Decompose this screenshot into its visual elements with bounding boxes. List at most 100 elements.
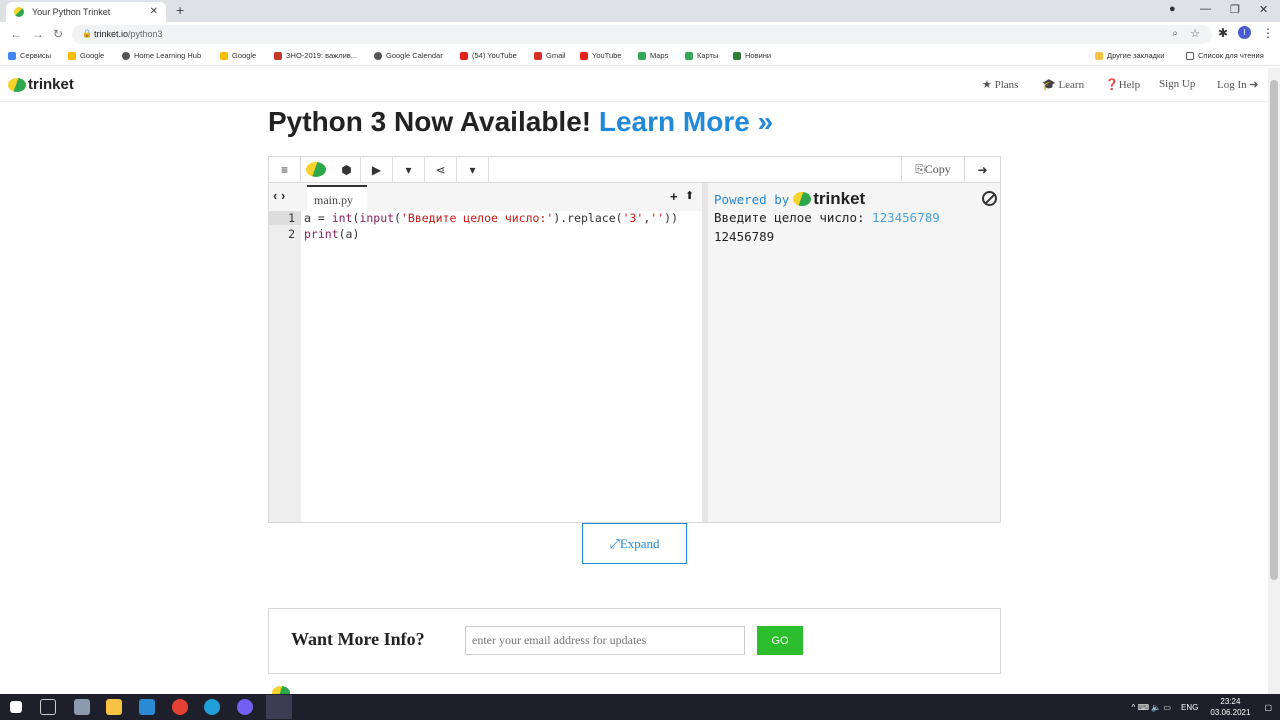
expand-icon: ⤢ xyxy=(609,535,620,551)
start-icon[interactable] xyxy=(10,701,22,713)
site-header: trinket ★ Plans 🎓 Learn ❓Help Sign Up Lo… xyxy=(0,68,1268,102)
code-pane[interactable]: ‹ › main.py + ⬆ 1 2 a = int(input('Введи… xyxy=(269,183,702,522)
menu-dots-icon[interactable]: ⋮ xyxy=(1262,26,1274,40)
edge-icon[interactable] xyxy=(204,699,220,715)
copy-button[interactable]: ⎘ Copy xyxy=(901,157,965,182)
language-indicator[interactable]: ENG xyxy=(1181,703,1198,712)
bookmark-item[interactable]: YouTube xyxy=(580,51,621,60)
bookmark-item[interactable]: Maps xyxy=(638,51,668,60)
bookmark-item[interactable]: Сервисы xyxy=(8,51,51,60)
bookmark-item[interactable]: (54) YouTube xyxy=(460,51,517,60)
bookmark-star-icon[interactable]: ☆ xyxy=(1190,27,1200,40)
file-tab-main[interactable]: main.py xyxy=(307,185,367,211)
news-icon xyxy=(733,51,741,60)
run-options-button[interactable]: ▾ xyxy=(393,157,425,182)
minimize-icon[interactable]: — xyxy=(1200,3,1211,15)
chrome-icon[interactable] xyxy=(172,699,188,715)
email-field[interactable] xyxy=(465,626,745,655)
youtube-icon xyxy=(460,51,468,60)
info-title: Want More Info? xyxy=(291,629,425,649)
stop-icon[interactable] xyxy=(982,191,997,206)
info-signup-box: Want More Info? GO xyxy=(268,608,1001,674)
page-headline: Python 3 Now Available! Learn More » xyxy=(268,106,774,137)
nav-plans[interactable]: ★ Plans xyxy=(982,78,1018,91)
login-icon[interactable]: ➜ xyxy=(965,157,1000,182)
forward-icon[interactable]: → xyxy=(32,27,44,41)
output-pane[interactable]: Powered by trinket Введите целое число: 1… xyxy=(708,183,1000,522)
maps-icon xyxy=(685,51,693,60)
gmail-icon xyxy=(534,51,542,60)
reload-icon[interactable]: ↻ xyxy=(53,27,63,41)
maximize-icon[interactable]: ❐ xyxy=(1230,3,1240,16)
profile-menu-icon[interactable]: ● xyxy=(1169,3,1176,15)
new-tab-icon[interactable]: + xyxy=(176,2,184,18)
mail-icon[interactable] xyxy=(139,699,155,715)
upload-icon[interactable]: ⬆ xyxy=(685,189,694,202)
back-icon[interactable]: ← xyxy=(10,27,22,41)
share-button[interactable]: ⋖ xyxy=(425,157,457,182)
trinket-logo-icon xyxy=(793,192,812,206)
apps-icon xyxy=(8,51,16,60)
close-window-icon[interactable]: ✕ xyxy=(1259,3,1268,16)
viber-icon[interactable] xyxy=(237,699,253,715)
file-tabs: ‹ › main.py + ⬆ xyxy=(269,183,702,211)
bookmark-item[interactable]: Google xyxy=(220,51,256,60)
system-tray: ^ ⌨ 🔈 ▭ ENG 23:24 03.06.2021 ▢ xyxy=(1132,696,1272,718)
bookmark-item[interactable]: Google Calendar xyxy=(374,51,443,60)
learn-more-link[interactable]: Learn More » xyxy=(599,106,773,137)
file-nav-arrows-icon[interactable]: ‹ › xyxy=(273,188,285,203)
file-explorer-icon[interactable] xyxy=(106,699,122,715)
trinket-logo[interactable]: trinket xyxy=(8,76,74,93)
reading-list-icon xyxy=(1186,51,1194,60)
avatar[interactable]: I xyxy=(1238,26,1251,39)
globe-icon xyxy=(122,51,130,60)
nav-log-in[interactable]: Log In ➜ xyxy=(1217,78,1259,91)
run-button[interactable]: ▶ xyxy=(361,157,393,182)
app-icon[interactable] xyxy=(74,699,90,715)
nav-help[interactable]: ❓Help xyxy=(1105,78,1140,91)
code-line[interactable]: a = int(input('Введите целое число:').re… xyxy=(304,211,678,225)
tray-icons[interactable]: ^ ⌨ 🔈 ▭ xyxy=(1132,703,1172,712)
browser-tab-bar: Your Python Trinket ✕ + ● — ❐ ✕ xyxy=(0,0,1280,22)
maps-icon xyxy=(638,51,646,60)
bookmark-item[interactable]: Карты xyxy=(685,51,718,60)
address-bar-row: ← → ↻ 🔒 trinket.io/python3 ⌕ ☆ ✱ I ⋮ xyxy=(0,22,1280,46)
line-gutter xyxy=(269,211,301,522)
output-result: 12456789 xyxy=(714,229,775,244)
nav-learn[interactable]: 🎓 Learn xyxy=(1042,78,1084,91)
url-path: /python3 xyxy=(128,29,163,39)
bookmark-item[interactable]: Gmail xyxy=(534,51,566,60)
bookmarks-bar: Сервисы Google Home Learning Hub Google … xyxy=(0,46,1280,66)
python-icon-button[interactable]: ⬢ xyxy=(333,157,361,182)
python-logo-button[interactable] xyxy=(301,157,333,182)
bookmark-item[interactable]: Google xyxy=(68,51,104,60)
code-line[interactable]: print(a) xyxy=(304,227,359,241)
reading-list[interactable]: Список для чтения xyxy=(1186,51,1264,60)
notifications-icon[interactable]: ▢ xyxy=(1264,703,1272,712)
other-bookmarks[interactable]: Другие закладки xyxy=(1095,51,1164,60)
url-input[interactable]: 🔒 trinket.io/python3 ⌕ ☆ xyxy=(72,25,1212,44)
editor-toolbar: ≡ ⬢ ▶ ▾ ⋖ ▾ ⎘ Copy ➜ xyxy=(269,157,1000,183)
share-options-button[interactable]: ▾ xyxy=(457,157,489,182)
nav-sign-up[interactable]: Sign Up xyxy=(1159,78,1195,90)
close-tab-icon[interactable]: ✕ xyxy=(150,6,158,17)
active-chrome-icon[interactable] xyxy=(266,695,292,719)
clock[interactable]: 23:24 03.06.2021 xyxy=(1210,696,1250,718)
browser-tab[interactable]: Your Python Trinket ✕ xyxy=(6,2,166,22)
page-scrollbar-thumb[interactable] xyxy=(1270,80,1278,580)
go-button[interactable]: GO xyxy=(757,626,803,655)
bookmark-item[interactable]: Home Learning Hub xyxy=(122,51,201,60)
add-file-icon[interactable]: + xyxy=(670,189,678,204)
zno-icon xyxy=(274,51,282,60)
folder-icon xyxy=(1095,51,1103,60)
menu-button[interactable]: ≡ xyxy=(269,157,301,182)
trinket-favicon-icon xyxy=(14,7,24,17)
extensions-icon[interactable]: ✱ xyxy=(1218,26,1228,40)
expand-button[interactable]: ⤢ Expand xyxy=(582,523,687,564)
powered-by-banner: Powered by trinket xyxy=(714,189,866,208)
line-number: 2 xyxy=(288,227,295,241)
zoom-icon[interactable]: ⌕ xyxy=(1172,28,1178,39)
bookmark-item[interactable]: ЗНО-2019: важлив... xyxy=(274,51,357,60)
bookmark-item[interactable]: Новини xyxy=(733,51,771,60)
task-view-icon[interactable] xyxy=(40,699,56,715)
